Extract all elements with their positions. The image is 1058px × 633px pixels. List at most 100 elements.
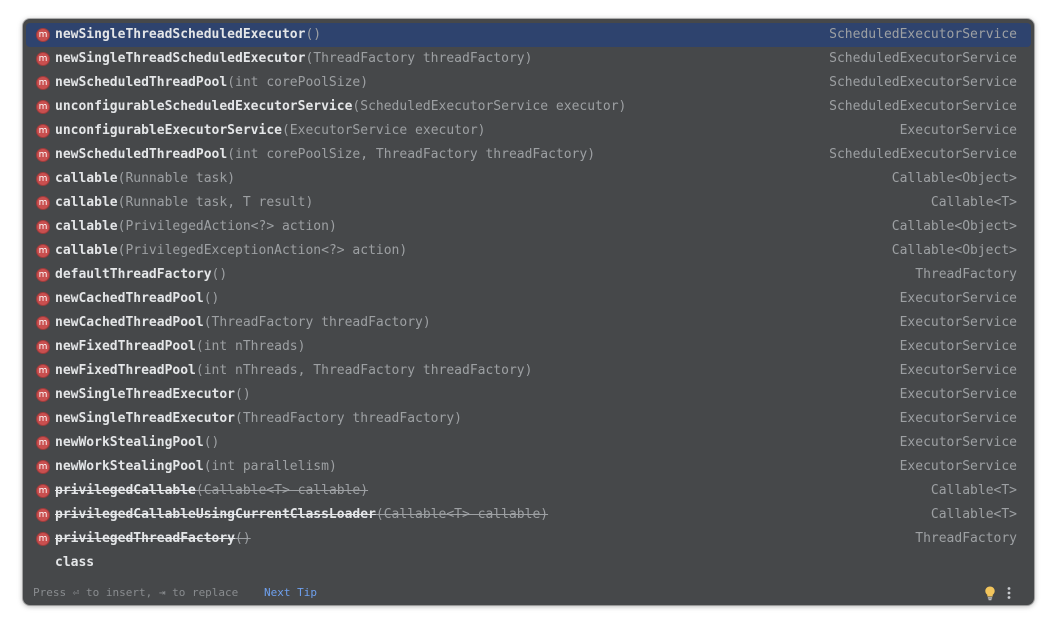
- method-params: (Callable<T> callable): [375, 507, 549, 522]
- item-signature: newCachedThreadPool(): [55, 287, 219, 311]
- item-signature: callable(Runnable task): [55, 167, 235, 191]
- method-params: (ThreadFactory threadFactory): [203, 315, 431, 330]
- item-signature: newFixedThreadPool(int nThreads): [55, 335, 305, 359]
- method-params: (int nThreads): [195, 339, 306, 354]
- return-type: Callable<T>: [930, 507, 1017, 522]
- completion-item[interactable]: m newSingleThreadExecutor() ExecutorServ…: [23, 383, 1034, 407]
- completion-item[interactable]: m callable(PrivilegedAction<?> action) C…: [23, 215, 1034, 239]
- method-name: newCachedThreadPool: [55, 315, 204, 330]
- return-type: ExecutorService: [899, 291, 1017, 306]
- method-params: (): [235, 387, 251, 402]
- method-params: (Callable<T> callable): [195, 483, 369, 498]
- item-signature: newWorkStealingPool(int parallelism): [55, 455, 337, 479]
- method-name: newWorkStealingPool: [55, 459, 204, 474]
- completion-item[interactable]: m unconfigurableScheduledExecutorService…: [23, 95, 1034, 119]
- completion-item[interactable]: m newSingleThreadScheduledExecutor() Sch…: [26, 23, 1031, 47]
- return-type: ScheduledExecutorService: [829, 99, 1017, 114]
- completion-item[interactable]: m newFixedThreadPool(int nThreads, Threa…: [23, 359, 1034, 383]
- completion-item[interactable]: m callable(PrivilegedExceptionAction<?> …: [23, 239, 1034, 263]
- method-params: (Runnable task): [117, 171, 236, 186]
- method-icon: m: [36, 460, 50, 474]
- item-signature: callable(Runnable task, T result): [55, 191, 313, 215]
- completion-item[interactable]: m newScheduledThreadPool(int corePoolSiz…: [23, 71, 1034, 95]
- lightbulb-icon[interactable]: [983, 585, 997, 601]
- completion-item[interactable]: m newSingleThreadExecutor(ThreadFactory …: [23, 407, 1034, 431]
- completion-item[interactable]: m newCachedThreadPool() ExecutorService: [23, 287, 1034, 311]
- return-type: ThreadFactory: [915, 267, 1017, 282]
- return-type: ExecutorService: [899, 315, 1017, 330]
- method-params: (): [211, 267, 228, 282]
- method-icon: m: [36, 28, 50, 42]
- completion-item-deprecated[interactable]: m privilegedCallableUsingCurrentClassLoa…: [23, 503, 1034, 527]
- completion-item-deprecated[interactable]: m privilegedThreadFactory() ThreadFactor…: [23, 527, 1034, 551]
- return-type: ExecutorService: [899, 411, 1017, 426]
- method-icon: m: [36, 172, 50, 186]
- method-name: newFixedThreadPool: [55, 363, 196, 378]
- return-type: Callable<Object>: [891, 219, 1017, 234]
- method-icon: m: [36, 292, 50, 306]
- method-name: callable: [55, 243, 118, 258]
- item-signature: newSingleThreadScheduledExecutor(): [55, 23, 321, 47]
- method-icon: m: [36, 436, 50, 450]
- next-tip-link[interactable]: Next Tip: [264, 581, 317, 605]
- method-params: (Runnable task, T result): [117, 195, 314, 210]
- method-params: (PrivilegedAction<?> action): [117, 219, 337, 234]
- method-params: (): [203, 291, 220, 306]
- completion-item[interactable]: m newWorkStealingPool(int parallelism) E…: [23, 455, 1034, 479]
- item-signature: privilegedCallableUsingCurrentClassLoade…: [55, 503, 548, 527]
- completion-item[interactable]: m newWorkStealingPool() ExecutorService: [23, 431, 1034, 455]
- method-icon: m: [36, 220, 50, 234]
- item-signature: callable(PrivilegedExceptionAction<?> ac…: [55, 239, 407, 263]
- item-signature: defaultThreadFactory(): [55, 263, 227, 287]
- keyword-name: class: [55, 555, 95, 570]
- method-name: newSingleThreadExecutor: [55, 411, 236, 426]
- completion-item[interactable]: m newFixedThreadPool(int nThreads) Execu…: [23, 335, 1034, 359]
- item-signature: unconfigurableScheduledExecutorService(S…: [55, 95, 626, 119]
- return-type: ScheduledExecutorService: [829, 147, 1017, 162]
- method-name: callable: [55, 171, 118, 186]
- method-icon: m: [36, 52, 50, 66]
- item-signature: privilegedCallable(Callable<T> callable): [55, 479, 368, 503]
- more-vertical-icon[interactable]: [1002, 585, 1016, 601]
- method-params: (int nThreads, ThreadFactory threadFacto…: [195, 363, 533, 378]
- item-signature: newScheduledThreadPool(int corePoolSize,…: [55, 143, 595, 167]
- completion-item[interactable]: m unconfigurableExecutorService(Executor…: [23, 119, 1034, 143]
- method-name: privilegedCallable: [55, 483, 196, 498]
- completion-item[interactable]: m callable(Runnable task) Callable<Objec…: [23, 167, 1034, 191]
- item-signature: newScheduledThreadPool(int corePoolSize): [55, 71, 368, 95]
- insert-replace-hint: Press ⏎ to insert, ⇥ to replace: [33, 586, 239, 599]
- completion-item[interactable]: m callable(Runnable task, T result) Call…: [23, 191, 1034, 215]
- method-name: callable: [55, 219, 118, 234]
- completion-list: m newSingleThreadScheduledExecutor() Sch…: [23, 23, 1034, 575]
- return-type: ScheduledExecutorService: [829, 75, 1017, 90]
- return-type: Callable<T>: [930, 483, 1017, 498]
- completion-item[interactable]: m newScheduledThreadPool(int corePoolSiz…: [23, 143, 1034, 167]
- item-signature: newSingleThreadExecutor(ThreadFactory th…: [55, 407, 462, 431]
- method-name: newSingleThreadScheduledExecutor: [55, 51, 306, 66]
- method-name: newFixedThreadPool: [55, 339, 196, 354]
- completion-item[interactable]: m newCachedThreadPool(ThreadFactory thre…: [23, 311, 1034, 335]
- method-name: newSingleThreadExecutor: [55, 387, 236, 402]
- method-icon: m: [36, 196, 50, 210]
- method-params: (int corePoolSize): [227, 75, 369, 90]
- method-name: newCachedThreadPool: [55, 291, 204, 306]
- return-type: ScheduledExecutorService: [829, 27, 1017, 42]
- completion-item[interactable]: m defaultThreadFactory() ThreadFactory: [23, 263, 1034, 287]
- return-type: ExecutorService: [899, 387, 1017, 402]
- completion-item[interactable]: m newSingleThreadScheduledExecutor(Threa…: [23, 47, 1034, 71]
- item-signature: callable(PrivilegedAction<?> action): [55, 215, 337, 239]
- method-params: (PrivilegedExceptionAction<?> action): [117, 243, 408, 258]
- item-signature: class: [55, 551, 94, 575]
- return-type: ExecutorService: [899, 339, 1017, 354]
- method-name: privilegedCallableUsingCurrentClassLoade…: [55, 507, 376, 522]
- method-name: unconfigurableExecutorService: [55, 123, 282, 138]
- completion-item-deprecated[interactable]: m privilegedCallable(Callable<T> callabl…: [23, 479, 1034, 503]
- method-icon: m: [36, 148, 50, 162]
- return-type: ExecutorService: [899, 459, 1017, 474]
- method-params: (ScheduledExecutorService executor): [352, 99, 627, 114]
- completion-item-keyword[interactable]: class: [23, 551, 1034, 575]
- method-icon: m: [36, 508, 50, 522]
- method-params: (): [305, 27, 322, 42]
- method-icon: m: [36, 412, 50, 426]
- method-icon: m: [36, 124, 50, 138]
